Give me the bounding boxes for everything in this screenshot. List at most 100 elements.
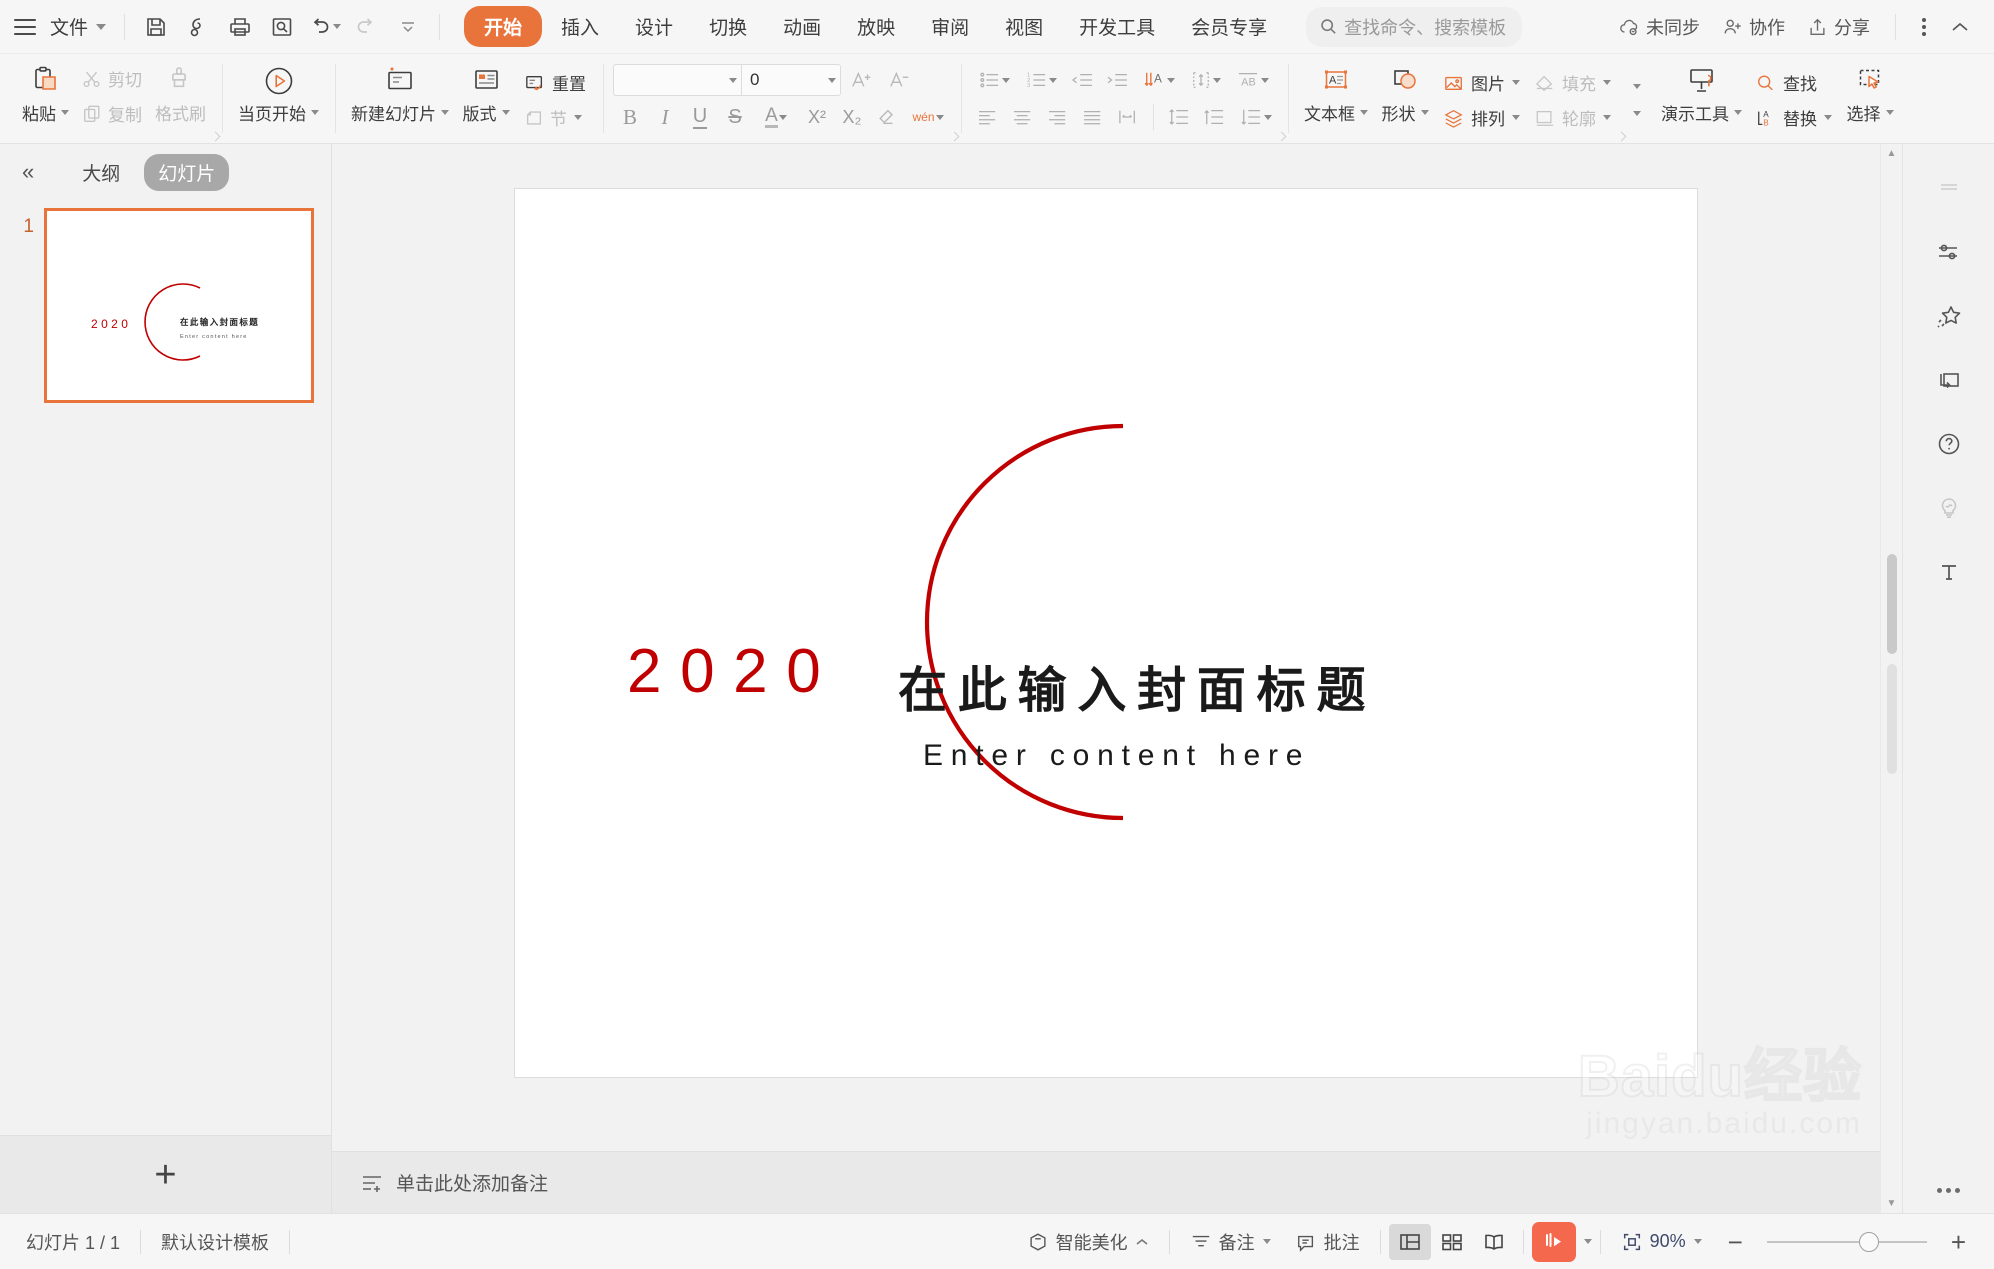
font-color-button[interactable]: A	[753, 101, 799, 133]
chevron-down-icon[interactable]	[828, 77, 836, 83]
bullets-button[interactable]	[971, 64, 1017, 96]
tab-animation[interactable]: 动画	[766, 6, 838, 47]
tab-start[interactable]: 开始	[464, 6, 543, 47]
save-as-icon[interactable]	[179, 8, 217, 46]
present-tools-button[interactable]: 演示工具	[1655, 60, 1748, 127]
lightbulb-idea-icon[interactable]	[1921, 480, 1977, 536]
save-icon[interactable]	[137, 8, 175, 46]
chevron-down-icon[interactable]	[1633, 83, 1641, 89]
panel-toggle-icon[interactable]	[1921, 160, 1977, 216]
textbox-button[interactable]: A 文本框	[1298, 60, 1374, 127]
insert-dialog-launcher[interactable]	[1616, 131, 1627, 142]
plus-icon[interactable]: +	[154, 1156, 176, 1194]
app-menu-icon[interactable]	[14, 18, 36, 35]
zoom-knob[interactable]	[1858, 1231, 1879, 1252]
text-tool-icon[interactable]	[1921, 544, 1977, 600]
tab-developer[interactable]: 开发工具	[1062, 6, 1172, 47]
beautify-star-icon[interactable]	[1921, 288, 1977, 344]
zoom-slider[interactable]: − +	[1714, 1229, 1980, 1255]
grow-font-button[interactable]	[845, 64, 879, 96]
undo-icon[interactable]	[305, 8, 343, 46]
align-text-button[interactable]	[1182, 64, 1228, 96]
more-vertical-icon[interactable]	[1912, 10, 1936, 44]
section-button[interactable]: 节	[517, 101, 593, 134]
new-slide-button[interactable]: 新建幻灯片	[345, 60, 455, 127]
numbering-button[interactable]: 1 2 3	[1018, 64, 1064, 96]
paste-button[interactable]: 粘贴	[16, 60, 75, 127]
subscript-button[interactable]: X₂	[835, 101, 869, 133]
slide-thumbnail-list[interactable]: 1 2020 在此输入封面标题 Enter content here	[0, 200, 331, 1135]
clear-format-button[interactable]	[870, 101, 904, 133]
slide-sorter-view-button[interactable]	[1431, 1224, 1473, 1260]
scrollbar-thumb-secondary[interactable]	[1886, 664, 1897, 774]
reading-view-button[interactable]	[1473, 1224, 1515, 1260]
font-size-input[interactable]: 0	[741, 64, 841, 96]
help-circle-icon[interactable]	[1921, 416, 1977, 472]
properties-sliders-icon[interactable]	[1921, 224, 1977, 280]
paragraph-dialog-launcher[interactable]	[1276, 131, 1287, 142]
chevron-down-icon[interactable]	[1583, 1239, 1592, 1244]
collaborate-button[interactable]: 协作	[1713, 8, 1794, 46]
slide-title-text[interactable]: 在此输入封面标题	[898, 651, 1376, 722]
search-input[interactable]: 查找命令、搜索模板	[1306, 6, 1523, 47]
slide-year-text[interactable]: 2020	[627, 636, 839, 707]
notes-toggle-button[interactable]: 备注	[1178, 1223, 1283, 1261]
redo-icon[interactable]	[347, 8, 385, 46]
find-button[interactable]: 查找	[1748, 66, 1839, 99]
clipboard-dialog-launcher[interactable]	[210, 131, 221, 142]
smart-beautify-button[interactable]: 智能美化	[1015, 1223, 1161, 1261]
tab-transition[interactable]: 切换	[692, 6, 764, 47]
font-dialog-launcher[interactable]	[949, 131, 960, 142]
slide-canvas-area[interactable]: 2020 在此输入封面标题 Enter content here Baidu经验…	[332, 144, 1880, 1151]
align-center-button[interactable]	[1006, 101, 1040, 133]
arrange-button[interactable]: 排列	[1436, 101, 1527, 134]
text-direction-button[interactable]: A	[1135, 64, 1181, 96]
shape-button[interactable]: 形状	[1374, 60, 1436, 127]
superscript-button[interactable]: X²	[800, 101, 834, 133]
font-name-input[interactable]	[613, 64, 741, 96]
collapse-ribbon-button[interactable]	[1940, 11, 1980, 43]
fill-button[interactable]: 填充	[1527, 66, 1618, 99]
sync-status-button[interactable]: 未同步	[1609, 8, 1709, 46]
decrease-indent-button[interactable]	[1065, 64, 1099, 96]
zoom-out-button[interactable]: −	[1714, 1229, 1757, 1255]
chevron-double-left-icon[interactable]: «	[14, 159, 42, 185]
picture-button[interactable]: 图片	[1436, 66, 1527, 99]
fit-to-window-button[interactable]: 90%	[1609, 1225, 1714, 1259]
tab-slideshow[interactable]: 放映	[840, 6, 912, 47]
underline-button[interactable]: U	[683, 101, 717, 133]
line-spacing-button[interactable]	[1162, 101, 1196, 133]
print-preview-icon[interactable]	[263, 8, 301, 46]
replace-button[interactable]: A B 替换	[1748, 101, 1839, 134]
shape-replace-icon[interactable]	[1921, 352, 1977, 408]
format-painter-button[interactable]: 格式刷	[149, 60, 212, 127]
play-presentation-button[interactable]	[1531, 1221, 1576, 1262]
tab-insert[interactable]: 插入	[544, 6, 616, 47]
cut-button[interactable]: 剪切	[75, 62, 149, 95]
scrollbar-thumb[interactable]	[1886, 554, 1897, 654]
normal-view-button[interactable]	[1388, 1223, 1431, 1260]
tab-design[interactable]: 设计	[618, 6, 690, 47]
copy-button[interactable]: 复制	[75, 97, 149, 130]
tab-review[interactable]: 审阅	[914, 6, 986, 47]
distribute-button[interactable]	[1111, 101, 1145, 133]
space-before-button[interactable]	[1197, 101, 1231, 133]
comments-button[interactable]: 批注	[1283, 1223, 1372, 1261]
print-icon[interactable]	[221, 8, 259, 46]
slide-editor[interactable]: 2020 在此输入封面标题 Enter content here	[515, 189, 1697, 1077]
scroll-down-icon[interactable]: ▼	[1887, 1198, 1897, 1209]
tab-view[interactable]: 视图	[988, 6, 1060, 47]
columns-button[interactable]: AB	[1229, 64, 1275, 96]
italic-button[interactable]: I	[648, 101, 682, 133]
reset-button[interactable]: 重置	[517, 66, 593, 99]
scroll-up-icon[interactable]: ▲	[1887, 148, 1897, 159]
start-from-current-slide-button[interactable]: 当页开始	[232, 60, 325, 127]
bold-button[interactable]: B	[613, 101, 647, 133]
strikethrough-button[interactable]: S	[718, 101, 752, 133]
more-horizontal-icon[interactable]	[1925, 1176, 1972, 1205]
template-name-label[interactable]: 默认设计模板	[149, 1223, 281, 1261]
shrink-font-button[interactable]	[883, 64, 917, 96]
slide-thumbnail-1[interactable]: 2020 在此输入封面标题 Enter content here	[44, 208, 314, 403]
customize-qat-icon[interactable]	[389, 8, 427, 46]
increase-indent-button[interactable]	[1100, 64, 1134, 96]
